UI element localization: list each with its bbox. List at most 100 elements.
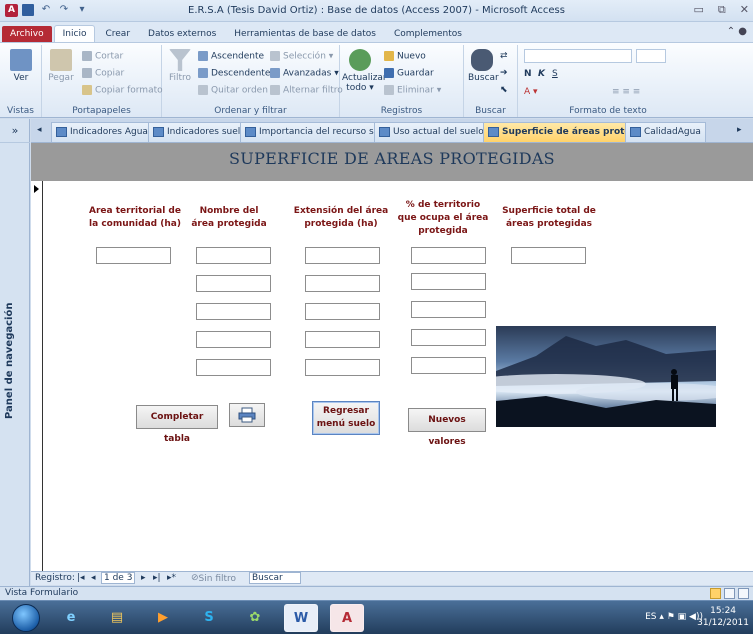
tab-complementos[interactable]: Complementos: [386, 26, 470, 42]
clock[interactable]: 15:24 31/12/2011: [697, 605, 749, 629]
complete-table-button[interactable]: Completar tabla: [136, 405, 218, 444]
nombre-area-input-2[interactable]: [196, 275, 271, 292]
word-icon[interactable]: W: [284, 604, 318, 632]
help-icon[interactable]: ⌃ ●: [727, 26, 747, 37]
scissors-icon: [82, 51, 92, 61]
nav-expand-button[interactable]: »: [0, 119, 30, 143]
sort-desc-button[interactable]: Descendente: [198, 68, 270, 79]
navigation-pane[interactable]: » Panel de navegación: [0, 119, 30, 590]
view-button[interactable]: Ver: [8, 49, 34, 83]
area-territorial-input[interactable]: [96, 247, 171, 264]
extension-input-1[interactable]: [305, 247, 380, 264]
view-icon: [10, 49, 32, 71]
first-record-button[interactable]: |◂: [77, 573, 85, 583]
form-view-icon[interactable]: [710, 588, 721, 599]
group-registros: Actualizar todo ▾ Nuevo Guardar Eliminar…: [340, 45, 464, 117]
next-record-button[interactable]: ▸: [141, 573, 146, 583]
cut-button[interactable]: Cortar: [82, 51, 123, 62]
tab-archivo[interactable]: Archivo: [2, 26, 52, 42]
tab-crear[interactable]: Crear: [97, 26, 138, 42]
col-header-area-territorial: Area territorial de la comunidad (ha): [89, 206, 181, 229]
layout-view-icon[interactable]: [724, 588, 735, 599]
font-color-button[interactable]: A ▾: [524, 87, 538, 97]
tab-datos-externos[interactable]: Datos externos: [140, 26, 224, 42]
paste-button[interactable]: Pegar: [46, 49, 76, 83]
find-button[interactable]: Buscar: [468, 49, 499, 83]
copy-button[interactable]: Copiar: [82, 68, 124, 79]
remove-sort-button[interactable]: Quitar orden: [198, 85, 268, 96]
doc-tab-indicadores-suelo[interactable]: Indicadores suelo: [148, 122, 251, 142]
extension-input-5[interactable]: [305, 359, 380, 376]
language-indicator[interactable]: ES: [645, 612, 656, 622]
delete-icon: [384, 85, 394, 95]
refresh-all-button[interactable]: Actualizar todo ▾: [342, 49, 387, 93]
delete-record-button[interactable]: Eliminar ▾: [384, 85, 441, 96]
tab-inicio[interactable]: Inicio: [53, 25, 96, 42]
porcentaje-input-3[interactable]: [411, 301, 486, 318]
new-record-button[interactable]: Nuevo: [384, 51, 426, 62]
new-record-nav-button[interactable]: ▸*: [167, 573, 176, 583]
refresh-icon: [349, 49, 371, 71]
superficie-total-input[interactable]: [511, 247, 586, 264]
record-search-input[interactable]: Buscar: [249, 572, 301, 584]
new-values-button[interactable]: Nuevos valores: [408, 408, 486, 447]
restore-icon[interactable]: ⧉: [718, 3, 726, 17]
ribbon-tabs: Archivo Inicio Crear Datos externos Herr…: [0, 22, 753, 42]
porcentaje-input-4[interactable]: [411, 329, 486, 346]
doc-tab-indicadores-agua[interactable]: Indicadores Agua: [51, 122, 153, 142]
record-selector[interactable]: [31, 181, 43, 571]
filter-button[interactable]: Filtro: [166, 49, 194, 83]
messenger-icon[interactable]: ✿: [238, 604, 272, 632]
selection-button[interactable]: Selección ▾: [270, 51, 333, 62]
nombre-area-input-1[interactable]: [196, 247, 271, 264]
porcentaje-input-1[interactable]: [411, 247, 486, 264]
funnel-icon: [169, 49, 191, 71]
replace-icon[interactable]: ⇄: [500, 51, 508, 61]
col-header-superficie-total: Superficie total de áreas protegidas: [502, 206, 596, 229]
form-title: SUPERFICIE DE AREAS PROTEGIDAS: [229, 149, 555, 168]
extension-input-2[interactable]: [305, 275, 380, 292]
nombre-area-input-3[interactable]: [196, 303, 271, 320]
last-record-button[interactable]: ▸|: [153, 573, 161, 583]
media-player-icon[interactable]: ▶: [146, 604, 180, 632]
ie-icon[interactable]: e: [54, 604, 88, 632]
bold-button[interactable]: N: [524, 69, 532, 79]
nombre-area-input-4[interactable]: [196, 331, 271, 348]
minimize-icon[interactable]: ▭: [694, 3, 704, 17]
print-button[interactable]: [229, 403, 265, 427]
back-to-menu-button[interactable]: Regresar menú suelo: [312, 401, 380, 435]
select-icon[interactable]: ⬉: [500, 85, 508, 95]
format-painter-button[interactable]: Copiar formato: [82, 85, 163, 96]
porcentaje-input-2[interactable]: [411, 273, 486, 290]
advanced-button[interactable]: Avanzadas ▾: [270, 68, 339, 79]
access-taskbar-icon[interactable]: A: [330, 604, 364, 632]
toggle-filter-button[interactable]: Alternar filtro: [270, 85, 343, 96]
extension-input-4[interactable]: [305, 331, 380, 348]
porcentaje-input-5[interactable]: [411, 357, 486, 374]
sort-asc-icon: [198, 51, 208, 61]
doc-tab-uso-actual[interactable]: Uso actual del suelo: [374, 122, 489, 142]
start-button-icon[interactable]: [12, 604, 40, 632]
tab-scroll-right-icon[interactable]: ▸: [737, 125, 742, 135]
record-number-input[interactable]: 1 de 3: [101, 572, 136, 584]
save-record-button[interactable]: Guardar: [384, 68, 434, 79]
align-icons[interactable]: ≡ ≡ ≡: [612, 87, 640, 97]
doc-tab-calidad-agua[interactable]: CalidadAgua: [625, 122, 706, 142]
goto-icon[interactable]: ➔: [500, 68, 508, 78]
font-size-dropdown[interactable]: [636, 49, 666, 63]
skype-icon[interactable]: S: [192, 604, 226, 632]
italic-button[interactable]: K: [538, 69, 545, 79]
tab-scroll-left-icon[interactable]: ◂: [37, 125, 42, 135]
nombre-area-input-5[interactable]: [196, 359, 271, 376]
design-view-icon[interactable]: [738, 588, 749, 599]
tab-herramientas[interactable]: Herramientas de base de datos: [226, 26, 384, 42]
extension-input-3[interactable]: [305, 303, 380, 320]
no-filter-indicator[interactable]: ⊘ Sin filtro: [191, 573, 236, 584]
font-name-dropdown[interactable]: [524, 49, 632, 63]
nav-pane-label[interactable]: Panel de navegación: [4, 303, 15, 419]
underline-button[interactable]: S: [552, 69, 558, 79]
prev-record-button[interactable]: ◂: [91, 573, 96, 583]
close-icon[interactable]: ✕: [740, 3, 749, 17]
sort-asc-button[interactable]: Ascendente: [198, 51, 264, 62]
explorer-icon[interactable]: ▤: [100, 604, 134, 632]
